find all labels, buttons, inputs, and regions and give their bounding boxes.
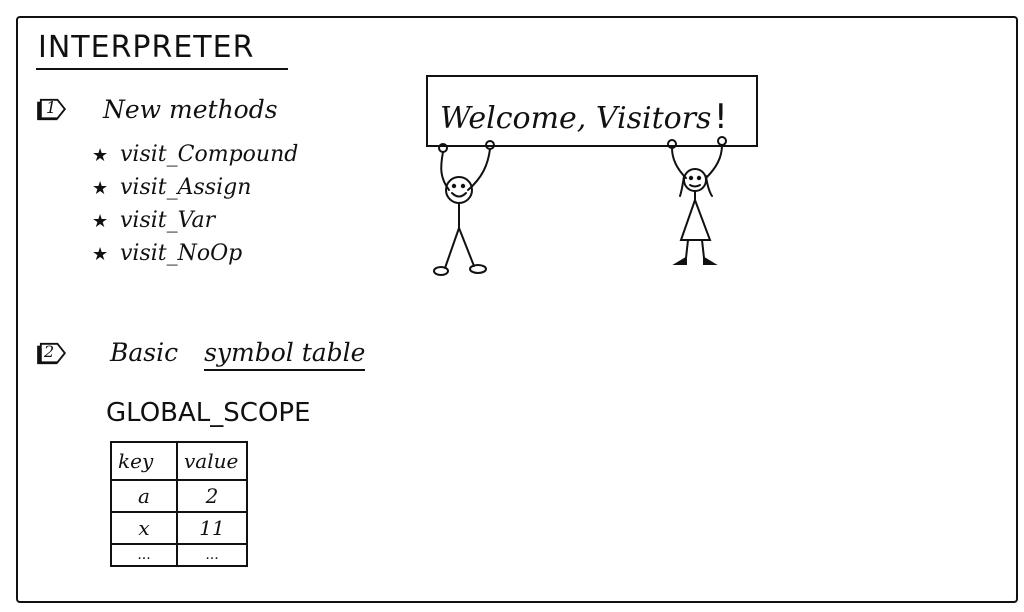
stick-figure-girl <box>667 136 727 265</box>
welcome-illustration: Welcome, Visitors ! <box>426 75 758 276</box>
banner-text: Welcome, Visitors <box>440 101 711 136</box>
banner-exclamation: ! <box>714 97 728 137</box>
stick-figure-boy <box>433 140 495 276</box>
